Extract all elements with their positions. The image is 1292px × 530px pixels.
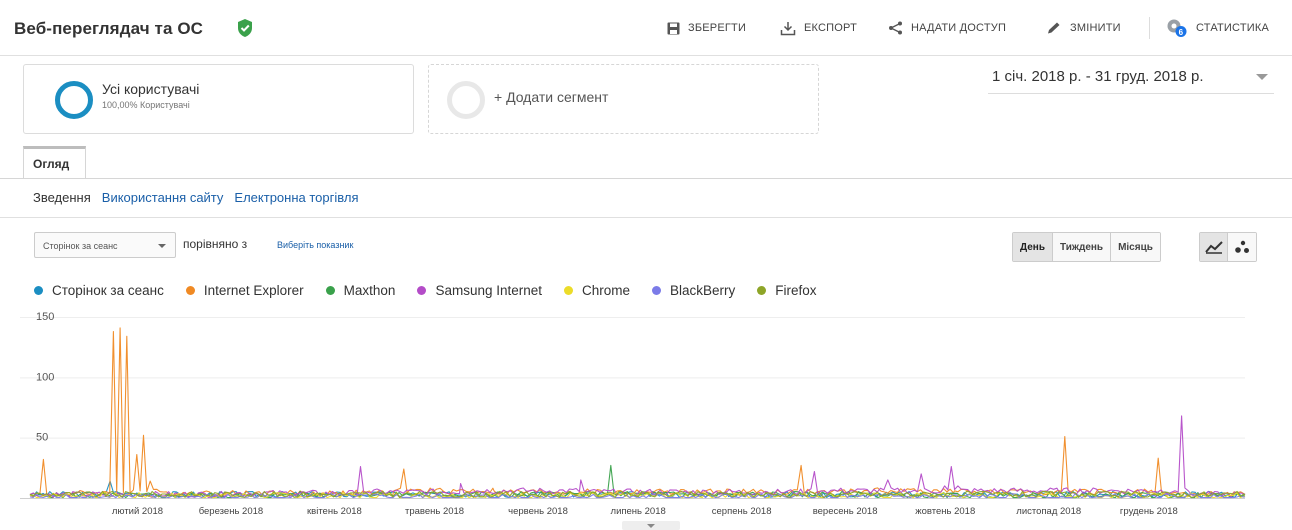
subtab-site-usage[interactable]: Використання сайту <box>102 190 224 205</box>
legend-dot <box>564 286 574 295</box>
export-button[interactable]: ЕКСПОРТ <box>780 17 857 39</box>
date-range-picker[interactable]: 1 січ. 2018 р. - 31 груд. 2018 р. <box>988 64 1274 94</box>
period-toggle-group: День Тиждень Місяць <box>1012 232 1161 262</box>
legend-item: Chrome <box>564 283 630 298</box>
legend-item: Firefox <box>757 283 817 298</box>
x-tick-label: червень 2018 <box>508 506 568 517</box>
bubble-chart-icon <box>1235 240 1249 253</box>
segment-percent: 100,00% Користувачі <box>102 100 190 110</box>
subtab-divider <box>0 217 1292 218</box>
pencil-icon <box>1048 22 1060 34</box>
y-tick-label: 100 <box>36 371 54 383</box>
save-label: ЗБЕРЕГТИ <box>688 22 747 34</box>
chevron-down-icon <box>1256 74 1268 80</box>
legend-item: Internet Explorer <box>185 283 304 298</box>
x-tick-label: серпень 2018 <box>712 506 772 517</box>
verified-shield-icon <box>238 19 252 37</box>
legend-label: Maxthon <box>343 283 396 298</box>
download-icon <box>780 21 796 35</box>
legend-item: Сторінок за сеанс <box>34 283 164 298</box>
x-tick-label: травень 2018 <box>405 506 464 517</box>
insights-badge: 6 <box>1179 28 1184 37</box>
legend-label: Internet Explorer <box>203 283 304 298</box>
legend-item: BlackBerry <box>652 283 735 298</box>
floppy-disk-icon <box>667 22 680 34</box>
period-day-button[interactable]: День <box>1013 233 1053 261</box>
report-title: Веб-переглядач та ОС <box>14 19 204 38</box>
share-button[interactable]: НАДАТИ ДОСТУП <box>888 17 1006 39</box>
compare-label: порівняно з <box>183 237 248 251</box>
chart-type-toggle-group <box>1199 232 1257 262</box>
subtab-summary[interactable]: Зведення <box>33 190 91 205</box>
x-tick-label: жовтень 2018 <box>915 506 975 517</box>
add-segment-button[interactable]: + Додати сегмент <box>428 64 819 134</box>
segment-name: Усі користувачі <box>102 81 200 97</box>
legend-item: Maxthon <box>325 283 396 298</box>
period-week-button[interactable]: Тиждень <box>1053 233 1112 261</box>
segment-ring-icon <box>55 81 93 119</box>
choose-metric-link[interactable]: Виберіть показник <box>277 240 353 250</box>
x-tick-label: лютий 2018 <box>112 506 163 517</box>
insights-label: СТАТИСТИКА <box>1196 22 1269 34</box>
save-button[interactable]: ЗБЕРЕГТИ <box>667 17 746 39</box>
report-header: Веб-переглядач та ОС ЗБЕРЕГТИ ЕКСПОРТ НА… <box>0 0 1292 56</box>
legend-dot <box>757 286 767 295</box>
segment-all-users[interactable]: Усі користувачі 100,00% Користувачі <box>23 64 414 134</box>
series-line <box>29 415 1246 498</box>
metric-select[interactable]: Сторінок за сеанс <box>34 232 176 258</box>
legend-label: Chrome <box>582 283 631 298</box>
line-chart-view-button[interactable] <box>1200 233 1228 261</box>
line-chart: 50 100 150 лютий 2018 березень 2018 квітень 2… <box>20 311 1246 530</box>
legend-label: Firefox <box>775 283 817 298</box>
legend-dot <box>325 286 335 295</box>
metric-select-value: Сторінок за сеанс <box>43 241 118 251</box>
share-icon <box>889 21 902 35</box>
header-divider <box>1149 17 1150 39</box>
empty-segment-ring-icon <box>447 81 485 119</box>
chart-legend: Сторінок за сеанс Internet Explorer Maxtho… <box>34 283 839 298</box>
line-chart-icon <box>1204 241 1223 254</box>
subtab-bar: Зведення Використання сайту Електронна т… <box>33 190 359 205</box>
x-tick-label: вересень 2018 <box>813 506 878 517</box>
legend-item: Samsung Internet <box>417 283 542 298</box>
insights-button[interactable]: 6 СТАТИСТИКА <box>1166 17 1269 39</box>
tab-overview[interactable]: Огляд <box>23 146 86 179</box>
share-label: НАДАТИ ДОСТУП <box>911 22 1007 34</box>
y-tick-label: 50 <box>36 432 48 444</box>
legend-label: Сторінок за сеанс <box>52 283 164 298</box>
legend-dot <box>417 286 427 295</box>
edit-label: ЗМІНИТИ <box>1070 22 1121 34</box>
legend-dot <box>34 286 43 295</box>
motion-chart-view-button[interactable] <box>1228 233 1256 261</box>
legend-dot <box>185 286 195 295</box>
series-line <box>29 327 1246 498</box>
legend-dot <box>652 286 662 295</box>
date-range-text: 1 січ. 2018 р. - 31 груд. 2018 р. <box>992 68 1204 85</box>
legend-label: Samsung Internet <box>435 283 543 298</box>
x-tick-label: листопад 2018 <box>1016 506 1081 517</box>
x-tick-label: березень 2018 <box>199 506 263 517</box>
export-label: ЕКСПОРТ <box>804 22 857 34</box>
insights-icon: 6 <box>1167 19 1187 37</box>
tab-divider <box>0 178 1292 179</box>
legend-label: BlackBerry <box>670 283 736 298</box>
period-month-button[interactable]: Місяць <box>1111 233 1160 261</box>
edit-button[interactable]: ЗМІНИТИ <box>1046 17 1121 39</box>
chevron-down-icon <box>158 244 166 248</box>
y-tick-label: 150 <box>36 311 54 323</box>
subtab-ecommerce[interactable]: Електронна торгівля <box>234 190 358 205</box>
x-tick-label: липень 2018 <box>611 506 666 517</box>
add-segment-label: + Додати сегмент <box>494 89 609 105</box>
x-tick-label: грудень 2018 <box>1120 506 1178 517</box>
x-tick-label: квітень 2018 <box>307 506 362 517</box>
